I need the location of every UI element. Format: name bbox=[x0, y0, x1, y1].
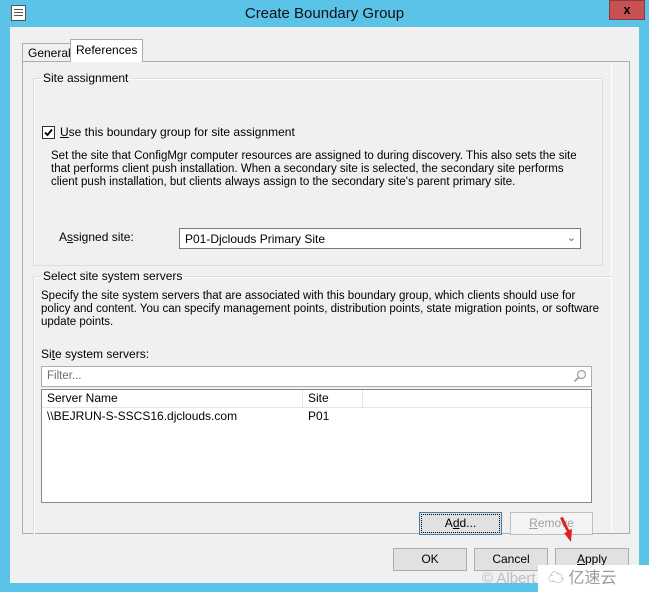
cloud-logo-icon: ☁ bbox=[548, 570, 565, 587]
watermark-copyright: © Albert bbox=[482, 570, 536, 587]
list-header: Server Name Site bbox=[42, 390, 591, 408]
assigned-site-label: Assigned site: bbox=[59, 230, 134, 244]
site-assignment-checkbox-label: Use this boundary group for site assignm… bbox=[60, 125, 295, 139]
window-title: Create Boundary Group bbox=[244, 5, 405, 22]
cell-site: P01 bbox=[308, 409, 330, 423]
chevron-down-icon: ⌄ bbox=[566, 232, 576, 244]
site-assignment-checkbox[interactable] bbox=[42, 125, 55, 139]
references-tab-page: Site assignment Use this boundary group … bbox=[22, 61, 630, 535]
checkmark-icon bbox=[44, 128, 53, 136]
site-system-servers-label: Site system servers: bbox=[41, 347, 150, 361]
site-system-servers-description: Specify the site system servers that are… bbox=[41, 290, 600, 328]
title-bar: Create Boundary Group x bbox=[0, 0, 649, 27]
site-assignment-checkbox-row[interactable]: Use this boundary group for site assignm… bbox=[42, 125, 295, 139]
assigned-site-dropdown[interactable]: P01-Djclouds Primary Site ⌄ bbox=[179, 228, 581, 249]
cell-server-name: \\BEJRUN-S-SSCS16.djclouds.com bbox=[47, 409, 238, 423]
watermark-brand: 亿速云 bbox=[568, 570, 617, 587]
cancel-button[interactable]: Cancel bbox=[474, 548, 548, 571]
tab-references[interactable]: References bbox=[70, 39, 144, 62]
watermark-logo: ☁ 亿速云 bbox=[538, 565, 649, 592]
dialog-client: General References Site assignment Use t… bbox=[10, 27, 639, 583]
add-button[interactable]: Add... bbox=[419, 512, 502, 535]
site-assignment-legend: Site assignment bbox=[43, 71, 129, 85]
column-header-server-name[interactable]: Server Name bbox=[42, 390, 303, 407]
filter-box[interactable] bbox=[41, 366, 592, 387]
ok-button[interactable]: OK bbox=[393, 548, 467, 571]
site-assignment-description: Set the site that ConfigMgr computer res… bbox=[51, 150, 577, 188]
search-icon[interactable] bbox=[573, 369, 587, 383]
filter-input[interactable] bbox=[45, 369, 569, 383]
close-button[interactable]: x bbox=[609, 0, 645, 20]
tab-general[interactable]: General bbox=[22, 43, 77, 62]
assigned-site-value: P01-Djclouds Primary Site bbox=[185, 232, 326, 246]
site-system-servers-legend: Select site system servers bbox=[43, 269, 183, 283]
table-row[interactable]: \\BEJRUN-S-SSCS16.djclouds.com P01 bbox=[42, 408, 591, 424]
red-arrow-annotation-icon bbox=[560, 517, 572, 542]
column-header-site[interactable]: Site bbox=[303, 390, 363, 407]
site-system-servers-list[interactable]: Server Name Site \\BEJRUN-S-SSCS16.djclo… bbox=[41, 389, 592, 503]
remove-button[interactable]: Remove bbox=[510, 512, 593, 535]
